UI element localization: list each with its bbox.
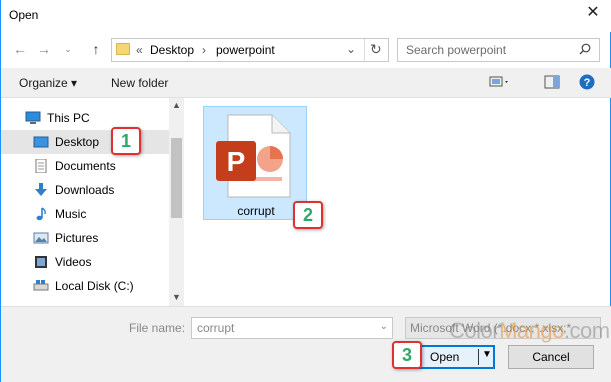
pc-icon (25, 111, 41, 124)
step-badge-1: 1 (111, 127, 141, 155)
downloads-icon (35, 183, 47, 196)
scroll-up-icon[interactable]: ▲ (172, 100, 181, 110)
folder-icon (116, 43, 130, 55)
videos-icon (35, 256, 47, 268)
open-options-dropdown-icon[interactable]: ▼ (482, 349, 492, 360)
nav-scrollbar[interactable]: ▲ ▼ (169, 98, 184, 306)
open-button[interactable]: Open ▼ (419, 345, 495, 369)
up-arrow-icon[interactable]: ↑ (87, 40, 105, 58)
nav-label-desktop: Desktop (55, 135, 100, 149)
nav-item-music[interactable]: Music (1, 202, 169, 226)
file-name-field[interactable]: corrupt ⌄ (191, 317, 393, 339)
breadcrumb-desktop[interactable]: Desktop (150, 43, 194, 57)
nav-item-local-disk[interactable]: Local Disk (C:) (1, 274, 169, 298)
nav-label-pictures: Pictures (55, 231, 99, 245)
documents-icon (35, 159, 47, 173)
music-icon (36, 207, 46, 221)
window-title: Open (9, 8, 39, 22)
pictures-icon (33, 232, 49, 244)
nav-item-documents[interactable]: Documents (1, 154, 169, 178)
drive-icon (33, 280, 49, 291)
file-list: P corrupt (185, 98, 610, 306)
breadcrumb-powerpoint[interactable]: powerpoint (216, 43, 275, 57)
back-arrow-icon[interactable]: ← (11, 40, 29, 58)
preview-pane-icon[interactable] (544, 75, 560, 89)
refresh-icon[interactable]: ↻ (370, 41, 382, 58)
breadcrumb-separator: › (202, 43, 206, 57)
nav-item-this-pc[interactable]: This PC (1, 106, 169, 130)
address-bar[interactable]: « Desktop › powerpoint ⌄ ↻ (111, 38, 389, 62)
watermark-logo: ColorMango.com (449, 318, 610, 343)
close-icon[interactable]: ✕ (586, 5, 600, 21)
nav-item-downloads[interactable]: Downloads (1, 178, 169, 202)
address-dropdown-chevron-icon[interactable]: ⌄ (346, 42, 360, 56)
nav-label-downloads: Downloads (55, 183, 115, 197)
powerpoint-file-icon: P (216, 114, 291, 198)
help-icon[interactable]: ? (579, 74, 595, 90)
breadcrumb-overflow[interactable]: « (136, 43, 143, 57)
file-item-corrupt[interactable]: P corrupt (203, 106, 307, 220)
nav-label-music: Music (55, 207, 87, 221)
step-badge-3: 3 (392, 341, 422, 369)
nav-item-pictures[interactable]: Pictures (1, 226, 169, 250)
new-folder-button[interactable]: New folder (111, 76, 168, 90)
file-name-value: corrupt (197, 321, 235, 335)
search-icon (579, 43, 591, 55)
open-button-label: Open (430, 350, 460, 364)
nav-label-this-pc: This PC (47, 111, 90, 125)
address-divider (364, 39, 365, 61)
recent-locations-chevron-icon[interactable]: ⌄ (59, 40, 77, 58)
search-placeholder: Search powerpoint (406, 43, 507, 57)
step-badge-2: 2 (293, 201, 323, 229)
command-toolbar: Organize ▾ New folder ? (1, 68, 611, 98)
file-name-label: File name: (129, 321, 186, 335)
open-file-dialog: Open ✕ ← → ⌄ ↑ « Desktop › powerpoint ⌄ … (0, 0, 611, 382)
svg-text:P: P (227, 146, 246, 177)
svg-text:?: ? (584, 77, 591, 89)
organize-button[interactable]: Organize ▾ (19, 76, 77, 90)
nav-item-videos[interactable]: Videos (1, 250, 169, 274)
nav-label-documents: Documents (55, 159, 116, 173)
nav-label-videos: Videos (55, 255, 92, 269)
desktop-icon (33, 136, 49, 148)
scroll-down-icon[interactable]: ▼ (172, 292, 181, 302)
nav-item-desktop[interactable]: Desktop (1, 130, 169, 154)
change-view-icon[interactable] (489, 75, 511, 89)
navigation-pane: This PC Desktop Documents Downloads Musi… (1, 98, 184, 306)
scroll-thumb[interactable] (171, 138, 182, 218)
open-button-divider (478, 349, 479, 365)
nav-label-local-disk: Local Disk (C:) (55, 279, 134, 293)
file-name-dropdown-icon[interactable]: ⌄ (380, 321, 388, 332)
cancel-button[interactable]: Cancel (508, 345, 594, 369)
forward-arrow-icon[interactable]: → (35, 40, 53, 58)
search-box[interactable]: Search powerpoint (397, 38, 600, 62)
title-bar: Open ✕ (1, 0, 611, 32)
